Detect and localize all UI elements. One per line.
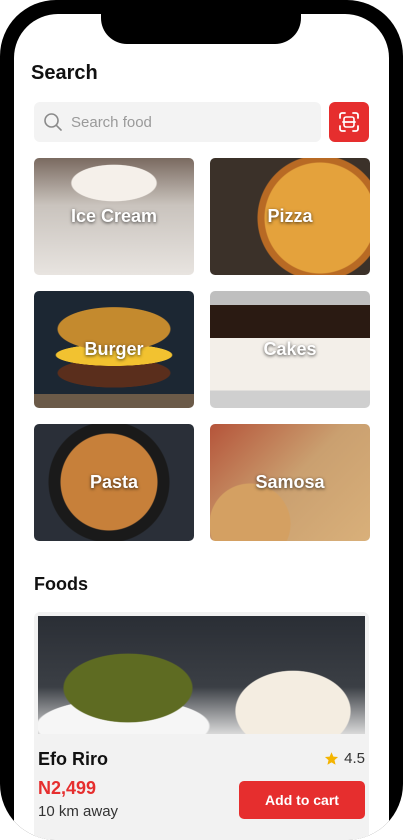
- screen: Search Search food Ice Cream Pizza Burge…: [14, 14, 389, 840]
- foods-section-title: Foods: [34, 574, 88, 594]
- category-ice-cream[interactable]: Ice Cream: [34, 158, 194, 275]
- food-image: [38, 616, 365, 734]
- add-to-cart-button[interactable]: Add to cart: [239, 781, 365, 819]
- search-placeholder: Search food: [71, 113, 152, 131]
- star-icon: [325, 752, 339, 765]
- category-label: Ice Cream: [70, 206, 158, 226]
- category-pasta[interactable]: Pasta: [34, 424, 194, 541]
- search-input[interactable]: Search food: [34, 102, 321, 142]
- category-pizza[interactable]: Pizza: [210, 158, 370, 275]
- food-rating: 4.5: [324, 750, 365, 767]
- category-label: Pasta: [89, 472, 139, 492]
- category-label: Pizza: [267, 206, 313, 226]
- food-name: Efo Riro: [38, 749, 108, 769]
- page-title: Search: [31, 62, 98, 84]
- search-icon: [44, 113, 62, 131]
- category-label: Samosa: [255, 472, 325, 492]
- category-cakes[interactable]: Cakes: [210, 291, 370, 408]
- scan-button[interactable]: [329, 102, 369, 142]
- rating-value: 4.5: [344, 750, 365, 767]
- food-card[interactable]: Efo Riro 4.5 N2,499 10 km away Add to ca…: [34, 612, 369, 840]
- category-burger[interactable]: Burger: [34, 291, 194, 408]
- notch: [101, 0, 301, 44]
- food-price: N2,499: [38, 778, 97, 798]
- category-samosa[interactable]: Samosa: [210, 424, 370, 541]
- scan-icon: [339, 112, 359, 132]
- food-distance: 10 km away: [38, 803, 119, 820]
- phone-frame: Search Search food Ice Cream Pizza Burge…: [0, 0, 403, 840]
- category-label: Burger: [84, 339, 144, 359]
- category-label: Cakes: [263, 339, 317, 359]
